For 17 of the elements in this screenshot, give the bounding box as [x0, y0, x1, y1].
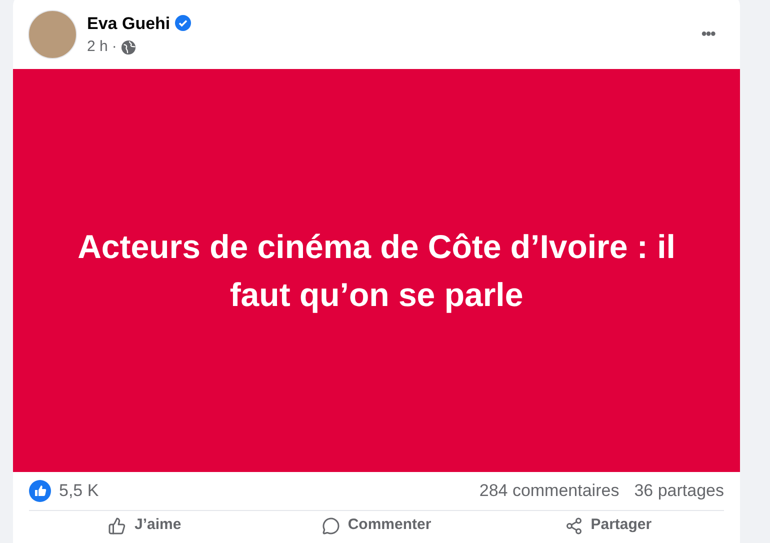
action-button[interactable]: J’aime: [29, 514, 261, 537]
globe-icon: [120, 40, 136, 55]
share-count[interactable]: 36 partages: [634, 478, 724, 504]
author-name[interactable]: Eva Guehi: [87, 10, 170, 36]
action-button[interactable]: Partager: [492, 514, 724, 537]
reaction-count[interactable]: 5,5 K: [59, 478, 99, 504]
post-time[interactable]: 2 h: [87, 36, 108, 58]
share-icon: [564, 516, 583, 534]
separator-dot: ·: [112, 37, 117, 57]
post-text: Acteurs de cinéma de Côte d’Ivoire : il faut qu’on se parle: [76, 226, 676, 315]
like-icon: [108, 516, 126, 534]
more-options-button[interactable]: •••: [701, 22, 715, 46]
comment-icon: [322, 516, 340, 534]
comment-count[interactable]: 284 commentaires: [479, 478, 620, 504]
action-button[interactable]: Commenter: [260, 514, 492, 537]
avatar[interactable]: [28, 10, 77, 59]
like-reaction-icon[interactable]: [29, 480, 51, 502]
